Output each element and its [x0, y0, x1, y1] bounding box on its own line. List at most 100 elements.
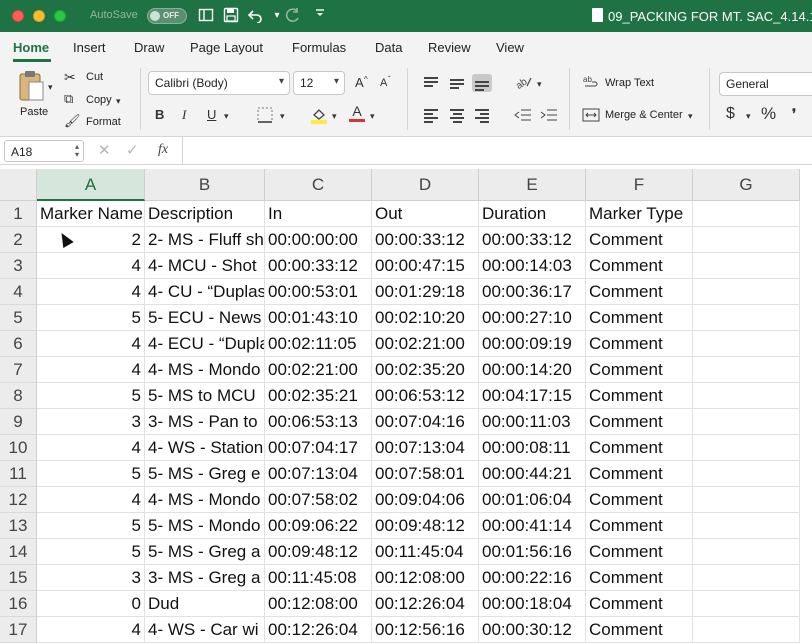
bold-button[interactable]: B — [155, 107, 164, 123]
cell-b1[interactable]: Description — [145, 201, 265, 227]
tab-home[interactable]: Home — [13, 40, 49, 55]
align-center-icon[interactable] — [447, 106, 467, 124]
cell-a2[interactable]: 2 — [37, 227, 145, 253]
cell-f6[interactable]: Comment — [586, 331, 693, 357]
align-bottom-icon[interactable] — [472, 74, 492, 92]
paste-icon[interactable] — [15, 70, 47, 104]
tab-view[interactable]: View — [496, 40, 524, 55]
cell-f13[interactable]: Comment — [586, 513, 693, 539]
cell-e5[interactable]: 00:00:27:10 — [479, 305, 586, 331]
cell-c6[interactable]: 00:02:11:05 — [265, 331, 372, 357]
cell-f17[interactable]: Comment — [586, 617, 693, 643]
cell-d7[interactable]: 00:02:35:20 — [372, 357, 479, 383]
select-all-corner[interactable] — [0, 169, 37, 201]
cell-d15[interactable]: 00:12:08:00 — [372, 565, 479, 591]
cell-b8[interactable]: 5- MS to MCU — [145, 383, 265, 409]
row-header[interactable]: 8 — [0, 383, 37, 409]
borders-dropdown-icon[interactable]: ▾ — [280, 108, 285, 124]
cell-e16[interactable]: 00:00:18:04 — [479, 591, 586, 617]
currency-dropdown-icon[interactable]: ▾ — [746, 108, 751, 124]
tab-draw[interactable]: Draw — [134, 40, 164, 55]
cell-a10[interactable]: 4 — [37, 435, 145, 461]
cell-d3[interactable]: 00:00:47:15 — [372, 253, 479, 279]
cell-f16[interactable]: Comment — [586, 591, 693, 617]
cell-a4[interactable]: 4 — [37, 279, 145, 305]
cell-e6[interactable]: 00:00:09:19 — [479, 331, 586, 357]
column-header-a[interactable]: A — [37, 169, 145, 201]
column-header-c[interactable]: C — [265, 169, 372, 201]
wrap-text-icon[interactable]: ab — [583, 74, 599, 90]
row-header[interactable]: 5 — [0, 305, 37, 331]
cell-b12[interactable]: 4- MS - Mondo — [145, 487, 265, 513]
minimize-window-button[interactable] — [33, 10, 45, 22]
cell-e10[interactable]: 00:00:08:11 — [479, 435, 586, 461]
cell-e1[interactable]: Duration — [479, 201, 586, 227]
cell-a3[interactable]: 4 — [37, 253, 145, 279]
row-header[interactable]: 15 — [0, 565, 37, 591]
cell-c9[interactable]: 00:06:53:13 — [265, 409, 372, 435]
decrease-indent-icon[interactable] — [514, 107, 532, 123]
cell-g10[interactable] — [693, 435, 800, 461]
cell-c12[interactable]: 00:07:58:02 — [265, 487, 372, 513]
cell-d14[interactable]: 00:11:45:04 — [372, 539, 479, 565]
cell-c10[interactable]: 00:07:04:17 — [265, 435, 372, 461]
cell-g1[interactable] — [693, 201, 800, 227]
cell-b6[interactable]: 4- ECU - “Duplass — [145, 331, 265, 357]
cell-b14[interactable]: 5- MS - Greg a — [145, 539, 265, 565]
cell-g7[interactable] — [693, 357, 800, 383]
cell-d6[interactable]: 00:02:21:00 — [372, 331, 479, 357]
merge-center-button[interactable]: Merge & Center — [605, 109, 683, 121]
font-name-select[interactable]: Calibri (Body) ▾ — [148, 71, 290, 95]
cell-a16[interactable]: 0 — [37, 591, 145, 617]
cell-c13[interactable]: 00:09:06:22 — [265, 513, 372, 539]
cell-f15[interactable]: Comment — [586, 565, 693, 591]
cell-a5[interactable]: 5 — [37, 305, 145, 331]
cell-g2[interactable] — [693, 227, 800, 253]
cell-c17[interactable]: 00:12:26:04 — [265, 617, 372, 643]
enter-icon[interactable]: ✓ — [126, 143, 139, 159]
cell-a8[interactable]: 5 — [37, 383, 145, 409]
cell-e4[interactable]: 00:00:36:17 — [479, 279, 586, 305]
cell-a17[interactable]: 4 — [37, 617, 145, 643]
row-header[interactable]: 11 — [0, 461, 37, 487]
cell-e2[interactable]: 00:00:33:12 — [479, 227, 586, 253]
cell-f11[interactable]: Comment — [586, 461, 693, 487]
cell-e7[interactable]: 00:00:14:20 — [479, 357, 586, 383]
cell-f7[interactable]: Comment — [586, 357, 693, 383]
cell-g11[interactable] — [693, 461, 800, 487]
cell-b4[interactable]: 4- CU - “Duplass — [145, 279, 265, 305]
row-header[interactable]: 6 — [0, 331, 37, 357]
cell-d1[interactable]: Out — [372, 201, 479, 227]
format-painter-button[interactable]: Format — [86, 116, 121, 128]
close-window-button[interactable] — [12, 10, 24, 22]
cell-a1[interactable]: Marker Name — [37, 201, 145, 227]
cell-g4[interactable] — [693, 279, 800, 305]
cell-b16[interactable]: Dud — [145, 591, 265, 617]
cell-f1[interactable]: Marker Type — [586, 201, 693, 227]
align-right-icon[interactable] — [472, 106, 492, 124]
tab-formulas[interactable]: Formulas — [292, 40, 346, 55]
font-color-button[interactable]: A — [348, 104, 366, 124]
cell-c2[interactable]: 00:00:00:00 — [265, 227, 372, 253]
merge-center-icon[interactable] — [582, 107, 600, 123]
wrap-text-button[interactable]: Wrap Text — [605, 77, 654, 89]
cell-b17[interactable]: 4- WS - Car wi — [145, 617, 265, 643]
row-header[interactable]: 9 — [0, 409, 37, 435]
row-header[interactable]: 13 — [0, 513, 37, 539]
column-header-g[interactable]: G — [693, 169, 800, 201]
underline-button[interactable]: U — [207, 107, 216, 123]
cell-c11[interactable]: 00:07:13:04 — [265, 461, 372, 487]
customize-toolbar-icon[interactable] — [311, 7, 329, 25]
column-header-b[interactable]: B — [145, 169, 265, 201]
align-left-icon[interactable] — [421, 106, 441, 124]
align-top-icon[interactable] — [421, 74, 441, 92]
sidebar-icon[interactable] — [197, 7, 215, 25]
font-color-dropdown-icon[interactable]: ▾ — [370, 108, 375, 124]
cell-f12[interactable]: Comment — [586, 487, 693, 513]
comma-style-icon[interactable]: ❜ — [792, 106, 796, 122]
orientation-icon[interactable]: ab — [514, 74, 533, 92]
cell-f8[interactable]: Comment — [586, 383, 693, 409]
row-header[interactable]: 17 — [0, 617, 37, 643]
cell-d11[interactable]: 00:07:58:01 — [372, 461, 479, 487]
cell-g8[interactable] — [693, 383, 800, 409]
